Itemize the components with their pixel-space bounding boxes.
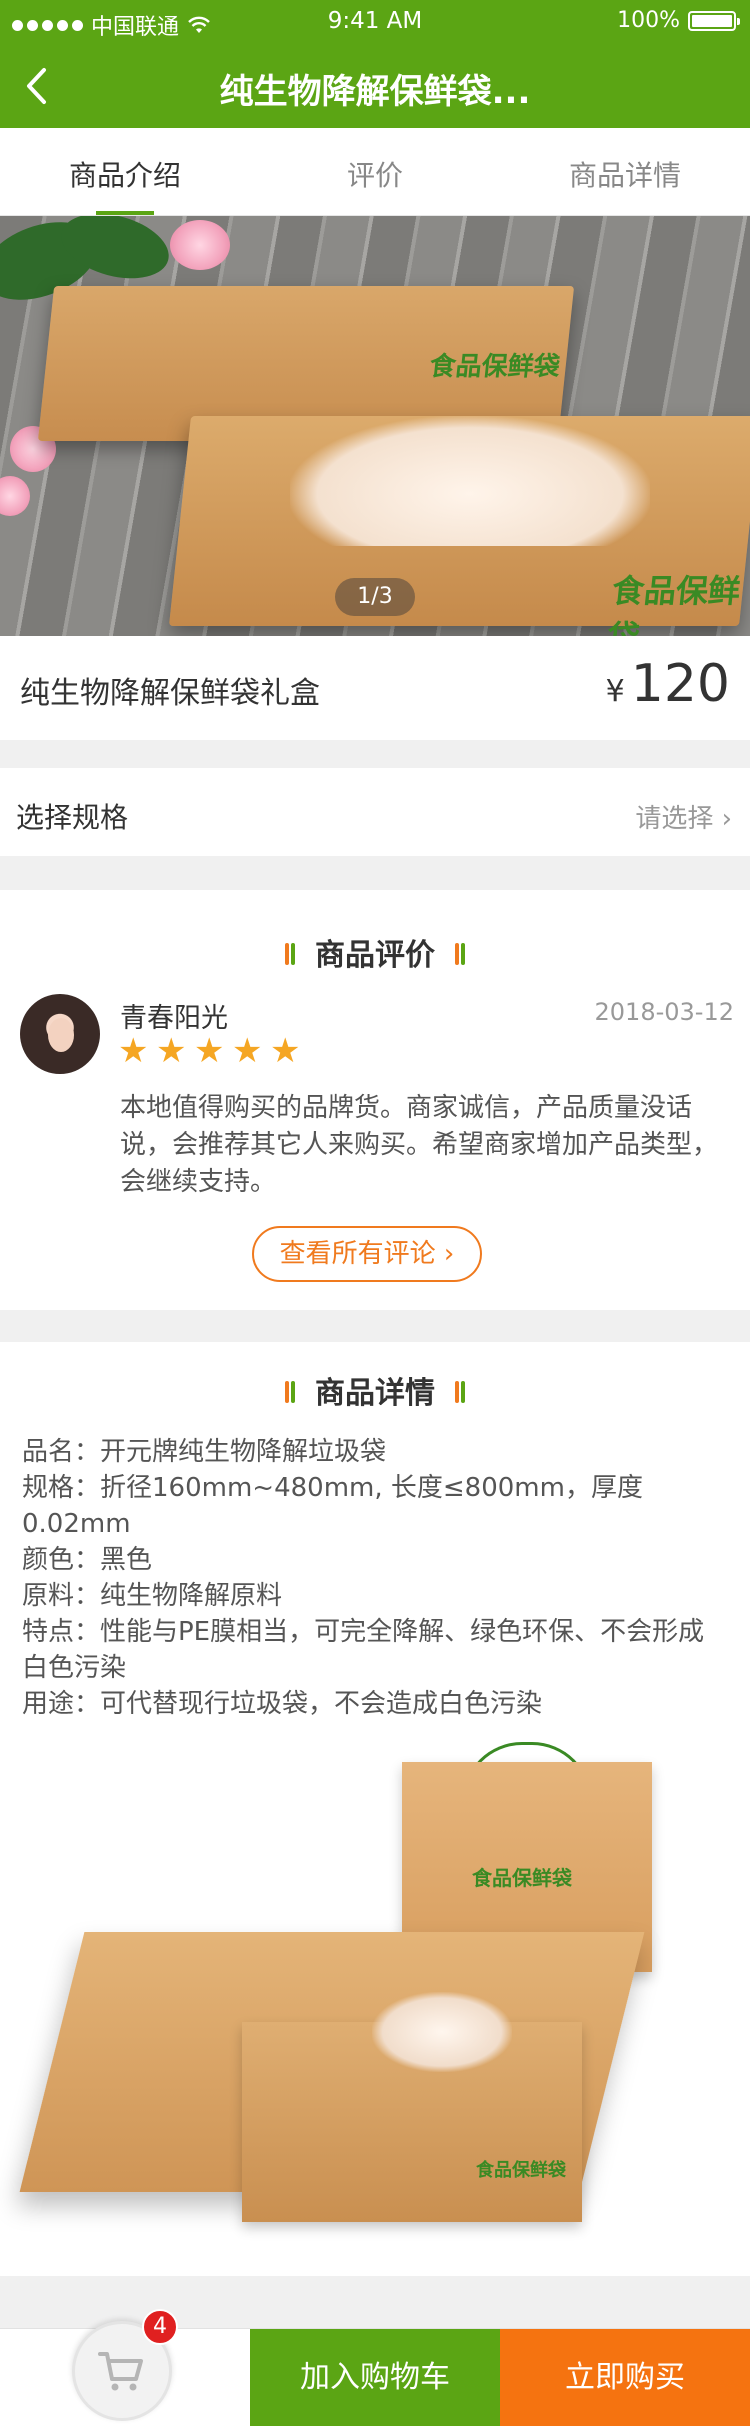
details-heading-text: 商品详情	[315, 1376, 435, 1411]
tab-bar: 商品介绍 评价 商品详情	[0, 128, 750, 216]
top-bar: 中国联通 9:41 AM 100% 纯生物降解保鲜袋...	[0, 0, 750, 128]
star-icon: ★	[194, 1031, 225, 1071]
details-heading: 商品详情	[0, 1368, 750, 1412]
tissue-sheet	[290, 416, 650, 546]
page-title: 纯生物降解保鲜袋...	[219, 72, 531, 112]
box-brand-text: 食品保鲜袋	[428, 352, 562, 382]
heading-mark-icon	[285, 942, 295, 965]
reviewer-name: 青春阳光	[120, 1003, 228, 1034]
heading-mark-icon	[285, 1380, 295, 1403]
heading-mark-icon	[455, 1380, 465, 1403]
detail-line: 用途：可代替现行垃圾袋，不会造成白色污染	[22, 1689, 543, 1719]
spec-label: 选择规格	[16, 801, 129, 834]
star-icon: ★	[232, 1031, 263, 1071]
status-right: 100%	[617, 8, 740, 33]
product-info: 纯生物降解保鲜袋礼盒 ¥ 120	[0, 636, 750, 740]
detail-line: 原料：纯生物降解原料	[22, 1581, 283, 1611]
detail-line: 特点：性能与PE膜相当，可完全降解、绿色环保、不会形成白色污染	[22, 1617, 705, 1683]
bottom-bar: 4 加入购物车 立即购买	[0, 2309, 750, 2426]
heading-mark-icon	[455, 942, 465, 965]
product-gallery[interactable]: 食品保鲜袋 食品保鲜袋 1/3	[0, 216, 750, 636]
details-section: 商品详情 品名：开元牌纯生物降解垃圾袋 规格：折径160mm~480mm, 长度…	[0, 1342, 750, 2276]
reviews-section: 商品评价 青春阳光 2018-03-12 ★ ★ ★ ★ ★ 本地值得购买的品牌…	[0, 890, 750, 1310]
tissue-sheet	[372, 1992, 512, 2072]
tab-reviews[interactable]: 评价	[250, 128, 500, 215]
reviews-heading: 商品评价	[0, 930, 750, 974]
price-value: 120	[630, 654, 730, 714]
tab-details[interactable]: 商品详情	[500, 128, 750, 215]
detail-line: 规格：折径160mm~480mm, 长度≤800mm，厚度0.02mm	[22, 1473, 643, 1539]
view-all-reviews-button[interactable]: 查看所有评论 ›	[252, 1226, 482, 1282]
detail-line: 品名：开元牌纯生物降解垃圾袋	[22, 1437, 387, 1467]
detail-list: 品名：开元牌纯生物降解垃圾袋 规格：折径160mm~480mm, 长度≤800m…	[22, 1434, 730, 1722]
product-name: 纯生物降解保鲜袋礼盒	[20, 676, 320, 711]
rating-stars: ★ ★ ★ ★ ★	[118, 1034, 306, 1068]
flower-decoration	[0, 476, 30, 516]
detail-line: 颜色：黑色	[22, 1545, 153, 1575]
spec-placeholder: 请选择 ›	[635, 804, 732, 834]
review-text: 本地值得购买的品牌货。商家诚信，产品质量没话说，会推荐其它人来购买。希望商家增加…	[120, 1093, 719, 1197]
flower-decoration	[170, 220, 230, 270]
review-date: 2018-03-12	[594, 998, 734, 1026]
gallery-pager: 1/3	[335, 578, 415, 616]
reviews-heading-text: 商品评价	[315, 938, 435, 973]
tab-intro[interactable]: 商品介绍	[0, 128, 250, 215]
buy-now-button[interactable]: 立即购买	[500, 2329, 750, 2426]
star-icon: ★	[118, 1031, 149, 1071]
chevron-left-icon	[27, 68, 46, 104]
star-icon: ★	[270, 1031, 301, 1071]
cart-zone: 4	[0, 2309, 250, 2426]
star-icon: ★	[156, 1031, 187, 1071]
cart-icon	[98, 2352, 143, 2391]
cart-count-badge: 4	[142, 2309, 178, 2345]
avatar	[20, 994, 100, 1074]
status-bar: 中国联通 9:41 AM 100%	[0, 0, 750, 44]
battery-icon	[688, 10, 740, 31]
product-price: ¥ 120	[606, 654, 730, 714]
currency-symbol: ¥	[605, 674, 625, 709]
tray-brand-text: 食品保鲜袋	[476, 2160, 566, 2181]
battery-percent: 100%	[617, 8, 680, 33]
detail-image: 食品保鲜袋 食品保鲜袋	[19, 1742, 730, 2262]
nav-bar: 纯生物降解保鲜袋...	[0, 44, 750, 128]
back-button[interactable]	[14, 62, 58, 110]
box-brand-text: 食品保鲜袋	[605, 572, 743, 636]
bag-brand-text: 食品保鲜袋	[472, 1866, 572, 1890]
add-to-cart-button[interactable]: 加入购物车	[250, 2329, 500, 2426]
spec-selector[interactable]: 选择规格 请选择 ›	[0, 768, 750, 856]
